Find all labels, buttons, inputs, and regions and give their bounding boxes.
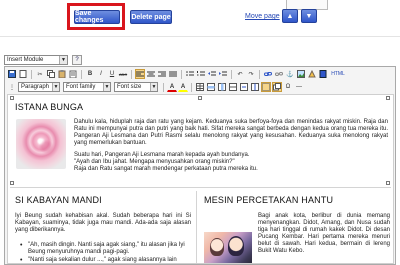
editor-content-area[interactable]: ISTANA BUNGA Dahulu kala, hiduplah raja … (7, 94, 394, 264)
underline-button[interactable]: U (107, 69, 117, 79)
align-right-icon[interactable] (157, 69, 167, 79)
help-book-icon[interactable] (318, 69, 328, 79)
paste-text-icon[interactable] (68, 69, 78, 79)
image-icon[interactable] (296, 69, 306, 79)
bullet-list-icon[interactable] (185, 69, 195, 79)
resize-handle[interactable] (386, 181, 390, 185)
toolbar-separator (163, 82, 164, 92)
paragraph: Bagi anak kota, berlibur di dunia memang… (258, 213, 390, 254)
insert-module-value: Insert Module (7, 56, 44, 63)
section-divider (10, 187, 391, 188)
section-title: ISTANA BUNGA (15, 102, 84, 112)
table-row-icon[interactable] (206, 82, 216, 92)
horizontal-rule-icon[interactable]: — (294, 82, 304, 92)
toolbar-separator (231, 69, 232, 79)
link-icon[interactable] (263, 69, 273, 79)
merge-cells-icon[interactable] (239, 82, 249, 92)
resize-handle[interactable] (10, 96, 14, 100)
help-icon[interactable]: ? (72, 54, 82, 65)
cleanup-icon[interactable] (307, 69, 317, 79)
toolbar-separator (31, 69, 32, 79)
bold-button[interactable]: B (85, 69, 95, 79)
layer-icon[interactable] (272, 82, 282, 92)
resize-handle[interactable] (198, 96, 202, 100)
insert-module-row: Insert Module ▼ ? (4, 54, 82, 65)
toolbar-separator (81, 69, 82, 79)
page-actions-bar: Save changes Delete page Move page ▲ ▼ (0, 0, 400, 36)
paste-icon[interactable] (57, 69, 67, 79)
split-cells-icon[interactable] (250, 82, 260, 92)
font-family-select[interactable]: Font family ▼ (63, 82, 111, 92)
chevron-down-icon: ▼ (59, 55, 67, 64)
toolbar-separator (181, 69, 182, 79)
indent-icon[interactable] (218, 69, 228, 79)
save-icon[interactable] (7, 69, 17, 79)
numbered-list-icon[interactable] (196, 69, 206, 79)
unlink-icon[interactable] (274, 69, 284, 79)
paragraph-format-value: Paragraph (21, 84, 50, 90)
arrow-up-icon: ▲ (286, 12, 294, 20)
column-divider (196, 191, 197, 263)
background-color-icon[interactable]: A (178, 82, 188, 92)
outdent-icon[interactable] (207, 69, 217, 79)
font-family-value: Font family (66, 84, 96, 90)
anime-illustration (204, 232, 252, 263)
bullet-list: "Ah, masih dingin. Nanti saja agak siang… (18, 242, 188, 263)
align-center-icon[interactable] (146, 69, 156, 79)
chevron-down-icon: ▼ (103, 83, 110, 91)
move-page-link[interactable]: Move page (245, 13, 280, 20)
chevron-down-icon: ▼ (150, 83, 157, 91)
toolbar-separator (131, 69, 132, 79)
font-size-value: Font size (117, 84, 142, 90)
divider (0, 36, 400, 37)
visual-aid-icon[interactable] (261, 82, 271, 92)
redo-icon[interactable]: ↷ (246, 69, 256, 79)
paragraph: Iyi Beung sudah kehabisan akal. Sudah be… (15, 213, 191, 233)
list-item: "Nanti saja sekalian dulur ...," agak si… (18, 257, 188, 263)
special-char-icon[interactable]: Ω (283, 82, 293, 92)
move-down-button[interactable]: ▼ (301, 9, 317, 23)
font-size-select[interactable]: Font size ▼ (114, 82, 158, 92)
paragraph: Raja dan Ratu sangat marah mendengar per… (74, 166, 258, 172)
paragraph: Suatu hari, Pangeran Aji Lesmana marah k… (74, 152, 250, 158)
chevron-down-icon: ▼ (52, 83, 59, 91)
rich-text-editor: ✂ B I U ABC ↶ ↷ ⚓ HTML ⋮ Paragraph ▼ Fon… (4, 66, 396, 265)
italic-button[interactable]: I (96, 69, 106, 79)
list-item: "Ah, masih dingin. Nanti saja agak siang… (18, 242, 188, 256)
align-left-icon[interactable] (135, 69, 145, 79)
anchor-icon[interactable]: ⚓ (285, 69, 295, 79)
new-document-icon[interactable] (18, 69, 28, 79)
editor-toolbar-row-2: ⋮ Paragraph ▼ Font family ▼ Font size ▼ … (5, 81, 395, 93)
paragraph-format-select[interactable]: Paragraph ▼ (18, 82, 60, 92)
html-source-button[interactable]: HTML (329, 69, 347, 79)
cut-icon[interactable]: ✂ (35, 69, 45, 79)
delete-page-button[interactable]: Delete page (130, 10, 172, 24)
insert-module-select[interactable]: Insert Module ▼ (4, 54, 68, 65)
text-color-icon[interactable]: A (167, 82, 177, 92)
paragraph: "Ayah dan Ibu jahat. Mengapa menyusahkan… (74, 159, 235, 165)
toolbar-separator (191, 82, 192, 92)
editor-toolbar-row-1: ✂ B I U ABC ↶ ↷ ⚓ HTML (5, 68, 395, 80)
copy-icon[interactable] (46, 69, 56, 79)
table-props-icon[interactable] (228, 82, 238, 92)
grip-icon: ⋮ (9, 84, 15, 91)
paragraph: Dahulu kala, hiduplah raja dan ratu yang… (74, 119, 388, 146)
section-title: SI KABAYAN MANDI (15, 195, 102, 205)
table-column-icon[interactable] (217, 82, 227, 92)
section-title: MESIN PERCETAKAN HANTU (204, 195, 334, 205)
arrow-down-icon: ▼ (305, 12, 313, 20)
resize-handle[interactable] (10, 181, 14, 185)
save-changes-button[interactable]: Save changes (74, 10, 120, 24)
rose-image (16, 119, 66, 169)
resize-handle[interactable] (386, 96, 390, 100)
toolbar-separator (259, 69, 260, 79)
align-justify-icon[interactable] (168, 69, 178, 79)
strikethrough-button[interactable]: ABC (118, 69, 128, 79)
insert-table-icon[interactable] (195, 82, 205, 92)
move-up-button[interactable]: ▲ (282, 9, 298, 23)
undo-icon[interactable]: ↶ (235, 69, 245, 79)
